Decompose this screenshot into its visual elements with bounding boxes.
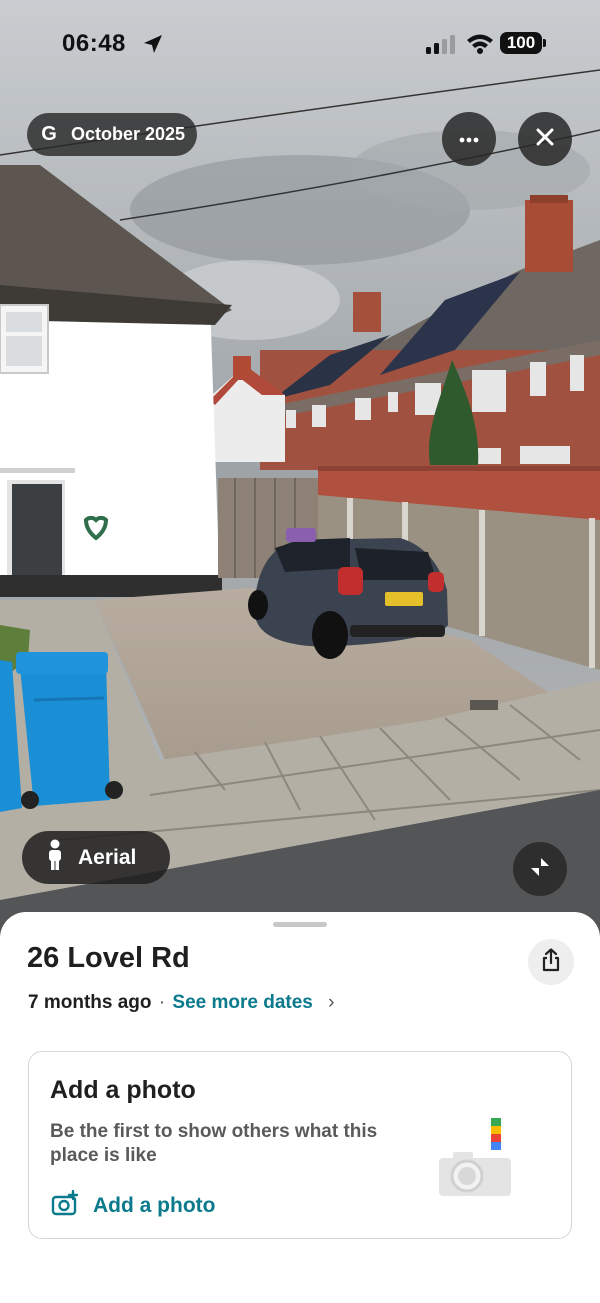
add-photo-camera-icon [51, 1189, 79, 1222]
ellipsis-icon [459, 130, 479, 148]
capture-age: 7 months ago [28, 992, 152, 1013]
close-button[interactable] [518, 112, 572, 166]
pegman-icon [46, 839, 64, 877]
share-icon [541, 947, 561, 977]
location-arrow-icon [142, 33, 164, 60]
add-photo-card-title: Add a photo [50, 1076, 196, 1104]
aerial-label: Aerial [78, 845, 137, 869]
battery-tip [543, 39, 546, 47]
more-options-button[interactable] [442, 112, 496, 166]
add-photo-link[interactable]: Add a photo [51, 1189, 216, 1222]
collapse-arrows-icon [529, 856, 551, 883]
add-photo-card-description: Be the first to show others what this pl… [50, 1121, 378, 1166]
place-title: 26 Lovel Rd [27, 942, 190, 974]
camera-illustration-icon [429, 1114, 519, 1204]
wifi-icon [466, 32, 494, 59]
capture-meta: 7 months ago · See more dates › [28, 992, 334, 1014]
cellular-signal-icon [426, 34, 456, 59]
add-photo-card: Add a photo Be the first to show others … [28, 1051, 572, 1239]
google-logo-icon: G [41, 123, 57, 145]
clock-time: 06:48 [62, 30, 126, 57]
battery-level: 100 [500, 32, 542, 54]
status-bar: 06:48 100 [0, 0, 600, 90]
meta-separator: · [158, 992, 166, 1013]
sheet-drag-handle[interactable] [273, 922, 327, 927]
place-bottom-sheet: 26 Lovel Rd 7 months ago · See more date… [0, 912, 600, 1303]
collapse-view-button[interactable] [513, 842, 567, 896]
capture-date-pill[interactable]: G October 2025 [27, 113, 198, 156]
close-icon [536, 128, 554, 151]
see-more-dates-link[interactable]: See more dates [172, 992, 312, 1013]
capture-date-label: October 2025 [71, 124, 186, 144]
share-button[interactable] [528, 939, 574, 985]
aerial-view-button[interactable]: Aerial [22, 831, 170, 884]
add-photo-link-label: Add a photo [93, 1194, 216, 1217]
chevron-right-icon[interactable]: › [328, 992, 334, 1013]
